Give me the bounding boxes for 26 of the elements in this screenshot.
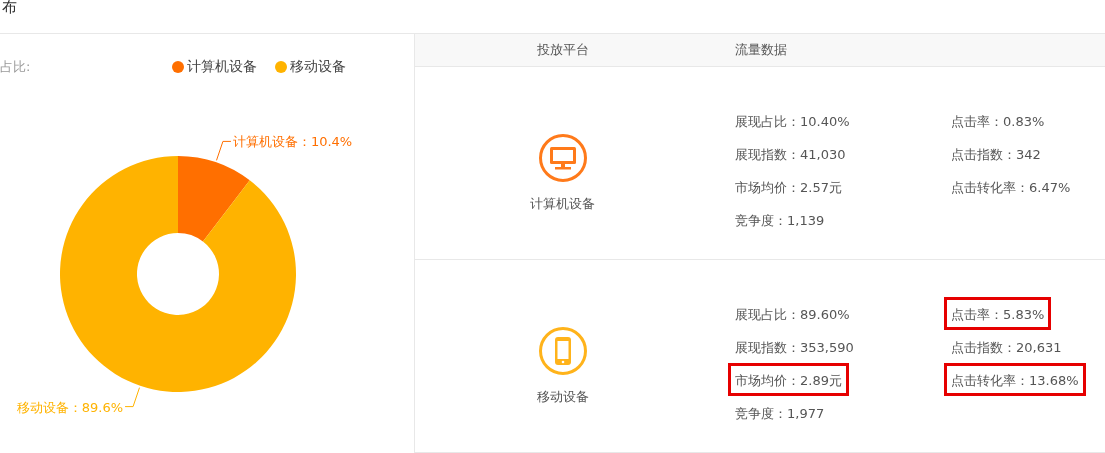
slice-label: 计算机设备：10.4% xyxy=(232,134,353,150)
metric-text: 点击指数：342 xyxy=(950,146,1042,164)
metric-text: 点击率：5.83% xyxy=(944,297,1052,330)
leader-line xyxy=(216,140,232,161)
slice-label: 移动设备：89.6% xyxy=(16,399,124,415)
metric-text: 点击转化率：13.68% xyxy=(944,363,1086,396)
metric-text: 点击指数：20,631 xyxy=(950,339,1063,357)
metric-text: 竞争度：1,139 xyxy=(734,212,826,230)
metric-text: 点击转化率：6.47% xyxy=(950,179,1072,197)
platform-name: 移动设备 xyxy=(536,388,589,406)
metric-text: 竞争度：1,977 xyxy=(734,405,826,423)
platform-name: 计算机设备 xyxy=(530,195,595,213)
metric-text: 展现占比：89.60% xyxy=(734,306,851,324)
chart-label: 占比: xyxy=(0,58,32,76)
metric-text: 展现指数：353,590 xyxy=(734,339,855,357)
legend-item[interactable]: 移动设备 xyxy=(275,58,346,76)
section-title: 布 xyxy=(1,0,17,14)
metric-text: 展现指数：41,030 xyxy=(734,146,847,164)
leader-line xyxy=(124,387,140,408)
legend-item[interactable]: 计算机设备 xyxy=(172,58,257,76)
metric-text: 市场均价：2.57元 xyxy=(734,179,843,197)
column-header: 投放平台 xyxy=(535,41,590,59)
metric-text: 点击率：0.83% xyxy=(950,113,1046,131)
column-header: 流量数据 xyxy=(734,41,787,59)
metric-text: 展现占比：10.40% xyxy=(734,113,851,131)
metric-text: 市场均价：2.89元 xyxy=(728,363,849,396)
